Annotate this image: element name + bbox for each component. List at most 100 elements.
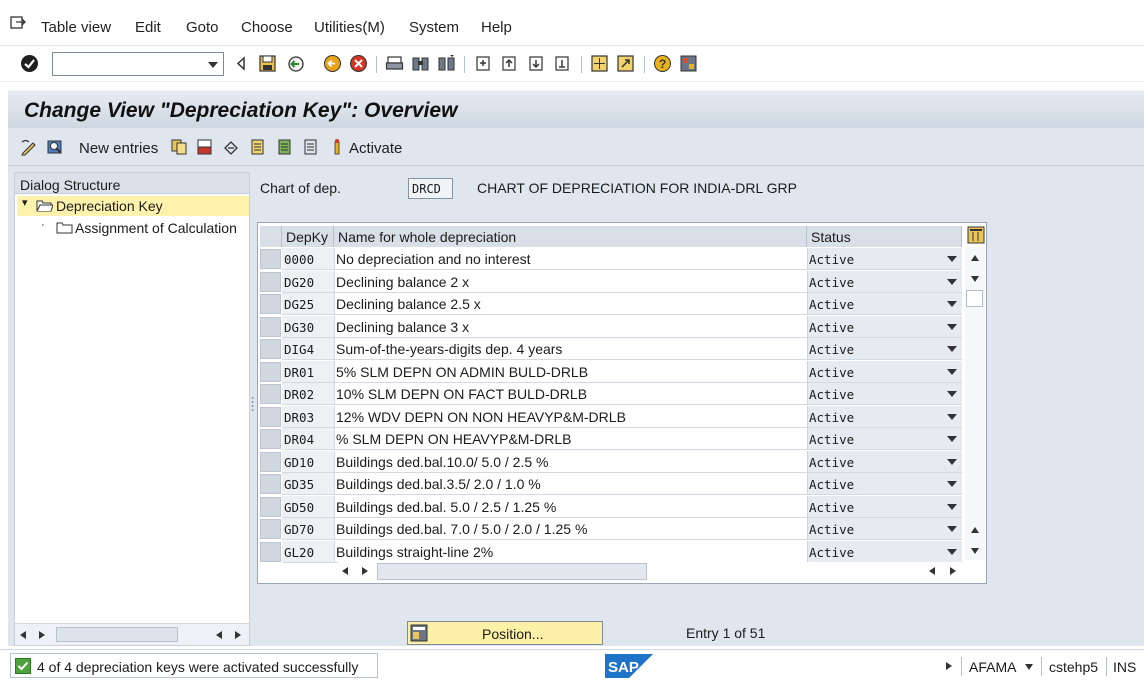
table-row[interactable]: GD70 Buildings ded.bal. 7.0 / 5.0 / 2.0 /… — [258, 518, 963, 540]
chevron-down-icon[interactable] — [947, 458, 957, 465]
scroll-down-icon[interactable] — [971, 548, 979, 554]
first-page-icon[interactable] — [474, 54, 493, 73]
name-cell[interactable]: Sum-of-the-years-digits dep. 4 years — [334, 338, 807, 360]
find-next-icon[interactable] — [437, 54, 456, 73]
row-selector[interactable] — [260, 294, 281, 314]
name-cell[interactable]: % SLM DEPN ON HEAVYP&M-DRLB — [334, 428, 807, 450]
status-expand-icon[interactable] — [946, 662, 952, 670]
position-button[interactable]: Position... — [407, 621, 603, 645]
name-cell[interactable]: Buildings ded.bal. 5.0 / 2.5 / 1.25 % — [334, 495, 807, 518]
menu-choose[interactable]: Choose — [241, 19, 293, 36]
status-cell[interactable]: Active — [807, 405, 962, 428]
select-all-icon[interactable] — [249, 138, 267, 156]
help-icon[interactable]: ? — [653, 54, 672, 73]
next-page-icon[interactable] — [527, 54, 546, 73]
row-selector[interactable] — [260, 451, 281, 472]
status-cell[interactable]: Active — [807, 248, 962, 270]
splitter-handle[interactable] — [251, 396, 254, 412]
scroll-left-icon[interactable] — [216, 631, 222, 639]
chevron-down-icon[interactable] — [947, 481, 957, 487]
status-cell[interactable]: Active — [807, 495, 962, 518]
scroll-thumb[interactable] — [56, 627, 178, 642]
table-row[interactable]: GL20 Buildings straight-line 2% Active — [258, 540, 963, 563]
table-row[interactable]: DR03 12% WDV DEPN ON NON HEAVYP&M-DRLB Act… — [258, 405, 963, 428]
scroll-right-icon[interactable] — [235, 631, 241, 639]
menu-help[interactable]: Help — [481, 19, 512, 36]
table-row[interactable]: DG30 Declining balance 3 x Active — [258, 315, 963, 338]
last-page-icon[interactable] — [553, 54, 572, 73]
status-cell[interactable]: Active — [807, 450, 962, 473]
menu-system[interactable]: System — [409, 19, 459, 36]
shortcut-icon[interactable] — [616, 54, 635, 73]
scroll-left-icon[interactable] — [342, 567, 348, 575]
row-selector[interactable] — [260, 384, 281, 404]
chevron-down-icon[interactable] — [947, 278, 957, 285]
table-row[interactable]: DR04% SLM DEPN ON HEAVYP&M-DRLB Active — [258, 428, 963, 450]
new-entries-button[interactable]: New entries — [79, 140, 158, 157]
cancel-icon[interactable] — [349, 54, 368, 73]
display-change-icon[interactable] — [20, 138, 38, 156]
scroll-up-icon[interactable] — [971, 527, 979, 533]
print-icon[interactable] — [385, 54, 404, 73]
exit-icon[interactable] — [323, 54, 342, 73]
table-horizontal-scrollbar[interactable] — [338, 562, 963, 581]
row-selector[interactable] — [260, 316, 281, 337]
chevron-down-icon[interactable] — [947, 323, 957, 330]
delete-icon[interactable] — [196, 138, 214, 156]
table-row[interactable]: DR01 5% SLM DEPN ON ADMIN BULD-DRLB Active — [258, 360, 963, 383]
select-block-icon[interactable] — [276, 138, 294, 156]
status-cell[interactable]: Active — [807, 315, 962, 338]
back-arrow-icon[interactable] — [232, 54, 251, 73]
column-header-status[interactable]: Status — [807, 226, 962, 247]
scroll-left-icon[interactable] — [20, 631, 26, 639]
command-field-toggle-icon[interactable] — [10, 16, 26, 30]
deselect-all-icon[interactable] — [302, 138, 320, 156]
scroll-right-icon[interactable] — [39, 631, 45, 639]
name-cell[interactable]: Buildings ded.bal.10.0/ 5.0 / 2.5 % — [334, 450, 807, 473]
table-row[interactable]: DR02 10% SLM DEPN ON FACT BULD-DRLB Active — [258, 383, 963, 405]
chevron-down-icon[interactable] — [947, 301, 957, 307]
chevron-down-icon[interactable] — [208, 62, 218, 68]
customize-layout-icon[interactable] — [679, 54, 698, 73]
menu-table-view[interactable]: Table view — [41, 19, 111, 36]
status-cell[interactable]: Active — [807, 270, 962, 293]
row-selector[interactable] — [260, 361, 281, 382]
menu-edit[interactable]: Edit — [135, 19, 161, 36]
scroll-up-icon[interactable] — [971, 255, 979, 261]
row-selector[interactable] — [260, 496, 281, 517]
undo-change-icon[interactable] — [222, 138, 240, 156]
status-cell[interactable]: Active — [807, 360, 962, 383]
copy-as-icon[interactable] — [170, 138, 188, 156]
status-cell[interactable]: Active — [807, 540, 962, 563]
row-selector[interactable] — [260, 271, 281, 292]
row-selector[interactable] — [260, 429, 281, 449]
row-selector[interactable] — [260, 339, 281, 359]
chevron-down-icon[interactable] — [947, 391, 957, 397]
menu-goto[interactable]: Goto — [186, 19, 219, 36]
name-cell[interactable]: Buildings straight-line 2% — [334, 540, 807, 563]
select-all-header[interactable] — [260, 226, 282, 247]
status-cell[interactable]: Active — [807, 518, 962, 540]
row-selector[interactable] — [260, 519, 281, 539]
table-row[interactable]: DG25 Declining balance 2.5 x Active — [258, 293, 963, 315]
table-vertical-scrollbar[interactable] — [965, 247, 985, 560]
table-row[interactable]: DIG4 Sum-of-the-years-digits dep. 4 years… — [258, 338, 963, 360]
tree-node-assignment-of-calculation[interactable]: · Assignment of Calculation — [17, 218, 249, 238]
activate-icon[interactable] — [328, 138, 346, 156]
previous-page-icon[interactable] — [500, 54, 519, 73]
name-cell[interactable]: 12% WDV DEPN ON NON HEAVYP&M-DRLB — [334, 405, 807, 428]
chevron-down-icon[interactable] — [947, 436, 957, 442]
row-selector[interactable] — [260, 474, 281, 494]
row-selector[interactable] — [260, 249, 281, 269]
chevron-down-icon[interactable] — [947, 256, 957, 262]
status-cell[interactable]: Active — [807, 428, 962, 450]
table-row[interactable]: GD10 Buildings ded.bal.10.0/ 5.0 / 2.5 % A… — [258, 450, 963, 473]
name-cell[interactable]: No depreciation and no interest — [334, 248, 807, 270]
chevron-down-icon[interactable] — [947, 526, 957, 532]
command-field[interactable] — [52, 52, 224, 76]
name-cell[interactable]: Buildings ded.bal. 7.0 / 5.0 / 2.0 / 1.2… — [334, 518, 807, 540]
create-session-icon[interactable] — [590, 54, 609, 73]
table-row[interactable]: GD35 Buildings ded.bal.3.5/ 2.0 / 1.0 % Ac… — [258, 473, 963, 495]
chevron-down-icon[interactable] — [947, 368, 957, 375]
activate-button[interactable]: Activate — [349, 140, 402, 157]
